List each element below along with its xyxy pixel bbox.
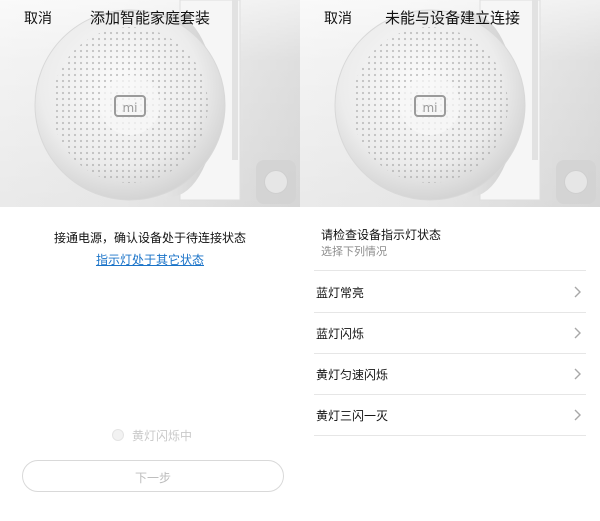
option-label: 黄灯三闪一灭 (316, 409, 389, 423)
circle-icon (264, 170, 288, 194)
chevron-right-icon (574, 327, 581, 339)
connection-failed-panel: mi 取消 未能与设备建立连接 请检查设备指示灯状态 选择下列情况 蓝灯常亮 蓝… (300, 0, 600, 521)
option-label: 蓝灯常亮 (316, 286, 365, 300)
option-yellow-uniform-flash[interactable]: 黄灯匀速闪烁 (314, 354, 586, 394)
other-status-link[interactable]: 指示灯处于其它状态 (0, 251, 300, 268)
camera-button[interactable] (256, 160, 296, 204)
next-button-label: 下一步 (134, 471, 171, 485)
top-bar: 取消 未能与设备建立连接 (300, 0, 600, 36)
radio-circle-icon (112, 429, 124, 441)
divider (314, 270, 586, 271)
chevron-right-icon (574, 286, 581, 298)
chevron-right-icon (574, 409, 581, 421)
screen: mi 取消 添加智能家庭套装 接通电源，确认设备处于待连接状态 指示灯处于其它状… (0, 0, 600, 521)
option-label: 蓝灯闪烁 (316, 327, 365, 341)
top-bar: 取消 添加智能家庭套装 (0, 0, 300, 36)
cancel-button[interactable]: 取消 (24, 8, 52, 28)
section-heading: 请检查设备指示灯状态 (321, 228, 442, 242)
option-blue-flashing[interactable]: 蓝灯闪烁 (314, 313, 586, 353)
section-subheading: 选择下列情况 (321, 245, 387, 258)
svg-text:mi: mi (122, 101, 137, 115)
option-yellow-triple-flash[interactable]: 黄灯三闪一灭 (314, 395, 586, 435)
divider (314, 435, 586, 436)
svg-text:mi: mi (422, 101, 437, 115)
option-label: 黄灯匀速闪烁 (316, 368, 389, 382)
instruction-text: 接通电源，确认设备处于待连接状态 (53, 231, 246, 245)
option-blue-steady[interactable]: 蓝灯常亮 (314, 272, 586, 312)
cancel-button[interactable]: 取消 (324, 8, 352, 28)
device-image: mi 取消 添加智能家庭套装 (0, 0, 300, 207)
page-title: 未能与设备建立连接 (385, 9, 521, 27)
chevron-right-icon (574, 368, 581, 380)
next-button[interactable]: 下一步 (22, 460, 284, 492)
page-title: 添加智能家庭套装 (90, 9, 211, 27)
status-label: 黄灯闪烁中 (132, 429, 193, 443)
add-device-panel: mi 取消 添加智能家庭套装 接通电源，确认设备处于待连接状态 指示灯处于其它状… (0, 0, 300, 521)
device-image: mi 取消 未能与设备建立连接 (300, 0, 600, 207)
camera-button[interactable] (556, 160, 596, 204)
circle-icon (564, 170, 588, 194)
